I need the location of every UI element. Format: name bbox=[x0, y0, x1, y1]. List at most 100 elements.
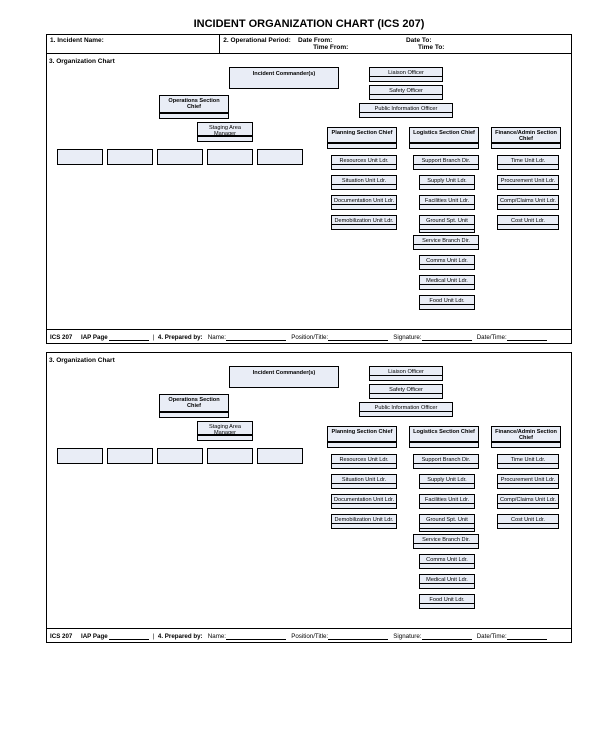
box-incident-commander: Incident Commander(s) bbox=[229, 67, 339, 89]
section3-label-2: 3. Organization Chart bbox=[49, 357, 569, 364]
section3-label: 3. Organization Chart bbox=[49, 58, 569, 65]
form-2: 3. Organization Chart Incident Commander… bbox=[46, 352, 572, 643]
box-finance-chief: Finance/Admin Section Chief bbox=[491, 127, 561, 143]
page-title: INCIDENT ORGANIZATION CHART (ICS 207) bbox=[46, 18, 572, 30]
org-chart-1: Incident Commander(s) Liaison Officer Sa… bbox=[49, 67, 569, 327]
box-ops-chief-2: Operations Section Chief bbox=[159, 394, 229, 412]
slot-liaison bbox=[369, 76, 443, 82]
org-chart-cell: 3. Organization Chart Incident Commander… bbox=[47, 54, 572, 330]
name-label-2: Name: bbox=[208, 633, 226, 640]
ops-branch-5-2 bbox=[257, 448, 303, 464]
slot-support-branch bbox=[413, 164, 479, 170]
slot-ground-2 bbox=[419, 523, 475, 529]
box-logistics-chief-2: Logistics Section Chief bbox=[409, 426, 479, 442]
slot-ops-chief bbox=[159, 113, 229, 119]
slot-cost bbox=[497, 224, 559, 230]
ics-code-2: ICS 207 bbox=[50, 633, 72, 640]
slot-pio-2 bbox=[359, 411, 453, 417]
datetime-label-2: Date/Time: bbox=[477, 633, 507, 640]
org-chart-cell-2: 3. Organization Chart Incident Commander… bbox=[47, 353, 572, 629]
time-from-label: Time From: bbox=[313, 44, 348, 51]
slot-service-branch bbox=[413, 244, 479, 250]
ops-branch-2-2 bbox=[107, 448, 153, 464]
time-to-label: Time To: bbox=[418, 44, 444, 51]
ops-branch-3-2 bbox=[157, 448, 203, 464]
slot-demob bbox=[331, 224, 397, 230]
box-logistics-chief: Logistics Section Chief bbox=[409, 127, 479, 143]
slot-facilities-2 bbox=[419, 503, 475, 509]
slot-pio bbox=[359, 112, 453, 118]
slot-documentation-2 bbox=[331, 503, 397, 509]
slot-comp bbox=[497, 204, 559, 210]
ics-code: ICS 207 bbox=[50, 334, 72, 341]
slot-resources bbox=[331, 164, 397, 170]
box-staging-2: Staging Area Manager bbox=[197, 421, 253, 435]
slot-supply-2 bbox=[419, 483, 475, 489]
iap-label: IAP Page bbox=[81, 334, 108, 341]
slot-facilities bbox=[419, 204, 475, 210]
box-finance-chief-2: Finance/Admin Section Chief bbox=[491, 426, 561, 442]
slot-logistics-chief-2 bbox=[409, 442, 479, 448]
slot-support-branch-2 bbox=[413, 463, 479, 469]
slot-safety bbox=[369, 94, 443, 100]
slot-medical bbox=[419, 284, 475, 290]
date-to-label: Date To: bbox=[406, 37, 432, 44]
slot-logistics-chief bbox=[409, 143, 479, 149]
ops-branch-1-2 bbox=[57, 448, 103, 464]
box-planning-chief: Planning Section Chief bbox=[327, 127, 397, 143]
slot-finance-chief-2 bbox=[491, 442, 561, 448]
box-planning-chief-2: Planning Section Chief bbox=[327, 426, 397, 442]
slot-time-2 bbox=[497, 463, 559, 469]
slot-medical-2 bbox=[419, 583, 475, 589]
prepared-by-label-2: 4. Prepared by: bbox=[158, 633, 203, 640]
slot-food bbox=[419, 304, 475, 310]
slot-comms bbox=[419, 264, 475, 270]
ops-branch-2 bbox=[107, 149, 153, 165]
datetime-label: Date/Time: bbox=[477, 334, 507, 341]
slot-food-2 bbox=[419, 603, 475, 609]
slot-time bbox=[497, 164, 559, 170]
position-label-2: Position/Title: bbox=[291, 633, 328, 640]
ops-branch-5 bbox=[257, 149, 303, 165]
slot-documentation bbox=[331, 204, 397, 210]
slot-ground bbox=[419, 224, 475, 230]
incident-name-cell: 1. Incident Name: bbox=[47, 35, 220, 54]
ops-branch-4-2 bbox=[207, 448, 253, 464]
slot-situation bbox=[331, 184, 397, 190]
slot-cost-2 bbox=[497, 523, 559, 529]
slot-planning-chief-2 bbox=[327, 442, 397, 448]
signature-label: Signature: bbox=[393, 334, 421, 341]
ops-branch-4 bbox=[207, 149, 253, 165]
ops-branch-1 bbox=[57, 149, 103, 165]
form-1: 1. Incident Name: 2. Operational Period:… bbox=[46, 34, 572, 344]
op-period-cell: 2. Operational Period: Date From: Date T… bbox=[220, 35, 572, 54]
org-chart-2: Incident Commander(s) Liaison Officer Sa… bbox=[49, 366, 569, 626]
prepared-by-label: 4. Prepared by: bbox=[158, 334, 203, 341]
iap-label-2: IAP Page bbox=[81, 633, 108, 640]
slot-liaison-2 bbox=[369, 375, 443, 381]
slot-demob-2 bbox=[331, 523, 397, 529]
slot-service-branch-2 bbox=[413, 543, 479, 549]
box-ops-chief: Operations Section Chief bbox=[159, 95, 229, 113]
footer-row-2: ICS 207 IAP Page | 4. Prepared by: Name:… bbox=[47, 629, 572, 643]
op-period-label: 2. Operational Period: bbox=[223, 37, 291, 44]
date-from-label: Date From: bbox=[298, 37, 332, 44]
slot-procurement-2 bbox=[497, 483, 559, 489]
slot-procurement bbox=[497, 184, 559, 190]
slot-ops-chief-2 bbox=[159, 412, 229, 418]
slot-finance-chief bbox=[491, 143, 561, 149]
footer-row: ICS 207 IAP Page | 4. Prepared by: Name:… bbox=[47, 330, 572, 344]
slot-staging-2 bbox=[197, 435, 253, 441]
box-incident-commander-2: Incident Commander(s) bbox=[229, 366, 339, 388]
slot-situation-2 bbox=[331, 483, 397, 489]
box-staging: Staging Area Manager bbox=[197, 122, 253, 136]
ops-branch-3 bbox=[157, 149, 203, 165]
slot-comp-2 bbox=[497, 503, 559, 509]
slot-staging bbox=[197, 136, 253, 142]
slot-supply bbox=[419, 184, 475, 190]
incident-name-label: 1. Incident Name: bbox=[50, 37, 104, 44]
slot-resources-2 bbox=[331, 463, 397, 469]
position-label: Position/Title: bbox=[291, 334, 328, 341]
signature-label-2: Signature: bbox=[393, 633, 421, 640]
slot-comms-2 bbox=[419, 563, 475, 569]
